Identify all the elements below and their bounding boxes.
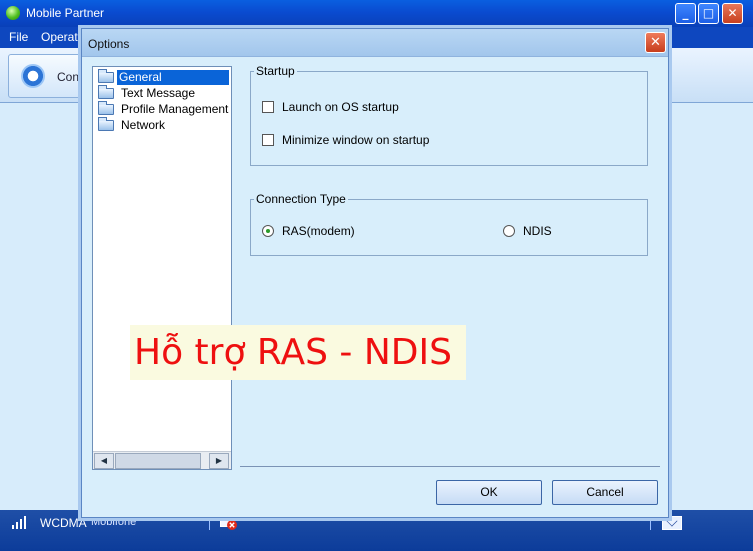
tree-item-label: Network <box>121 118 166 132</box>
launch-on-startup-label: Launch on OS startup <box>282 100 399 114</box>
launch-on-startup-checkbox[interactable] <box>262 101 274 113</box>
options-close-button[interactable]: ✕ <box>645 32 666 53</box>
minimize-on-startup-label: Minimize window on startup <box>282 133 430 147</box>
cancel-button[interactable]: Cancel <box>552 480 658 505</box>
menu-operation[interactable]: Operati <box>41 30 80 44</box>
connect-icon <box>21 64 45 88</box>
connection-type-group: Connection Type RAS(modem) NDIS <box>250 192 648 256</box>
options-category-tree[interactable]: General Text Message Profile Management … <box>92 66 232 470</box>
folder-icon <box>98 85 114 99</box>
main-window-title: Mobile Partner <box>26 6 105 20</box>
folder-open-icon <box>98 69 114 83</box>
minimize-button[interactable]: _ <box>675 3 696 24</box>
options-title-bar[interactable]: Options ✕ <box>82 29 668 57</box>
tree-horizontal-scrollbar[interactable]: ◀ ▶ <box>93 451 231 469</box>
tree-item-network[interactable]: Network <box>95 117 231 133</box>
tree-item-label: Profile Management <box>121 102 229 116</box>
inbox-mail-icon[interactable] <box>662 516 682 530</box>
tree-item-label: General <box>117 70 229 85</box>
main-close-button[interactable]: ✕ <box>722 3 743 24</box>
signal-strength-icon <box>12 515 32 529</box>
tree-item-text-message[interactable]: Text Message <box>95 85 231 101</box>
scroll-right-button[interactable]: ▶ <box>209 453 229 469</box>
menu-file[interactable]: File <box>9 30 28 44</box>
ndis-radio[interactable] <box>503 225 515 237</box>
scroll-left-button[interactable]: ◀ <box>94 453 114 469</box>
startup-group: Startup Launch on OS startup Minimize wi… <box>250 64 648 166</box>
ras-modem-label: RAS(modem) <box>282 224 355 238</box>
connect-label: Con <box>57 70 80 84</box>
ok-button[interactable]: OK <box>436 480 542 505</box>
network-type: WCDMA <box>40 516 87 530</box>
options-dialog-title: Options <box>88 37 130 51</box>
options-dialog: Options ✕ General Text Message Profile M… <box>81 28 669 518</box>
scroll-thumb[interactable] <box>115 453 201 469</box>
connection-type-legend: Connection Type <box>256 192 346 206</box>
connect-button[interactable]: Con <box>8 54 88 98</box>
folder-icon <box>98 117 114 131</box>
status-divider <box>650 518 651 530</box>
ndis-label: NDIS <box>523 224 552 238</box>
folder-icon <box>98 101 114 115</box>
sms-error-icon[interactable] <box>220 517 238 531</box>
startup-legend: Startup <box>256 64 295 78</box>
caption-overlay: Hỗ trợ RAS - NDIS <box>130 325 466 380</box>
ras-modem-radio[interactable] <box>262 225 274 237</box>
minimize-on-startup-checkbox[interactable] <box>262 134 274 146</box>
tree-item-general[interactable]: General <box>95 69 231 85</box>
main-title-bar[interactable]: Mobile Partner _ □ ✕ <box>0 0 753 27</box>
maximize-button[interactable]: □ <box>698 3 719 24</box>
app-logo-icon <box>6 6 20 20</box>
tree-item-label: Text Message <box>121 86 196 100</box>
status-divider <box>209 518 210 530</box>
dialog-separator <box>240 466 660 467</box>
tree-item-profile-management[interactable]: Profile Management <box>95 101 231 117</box>
